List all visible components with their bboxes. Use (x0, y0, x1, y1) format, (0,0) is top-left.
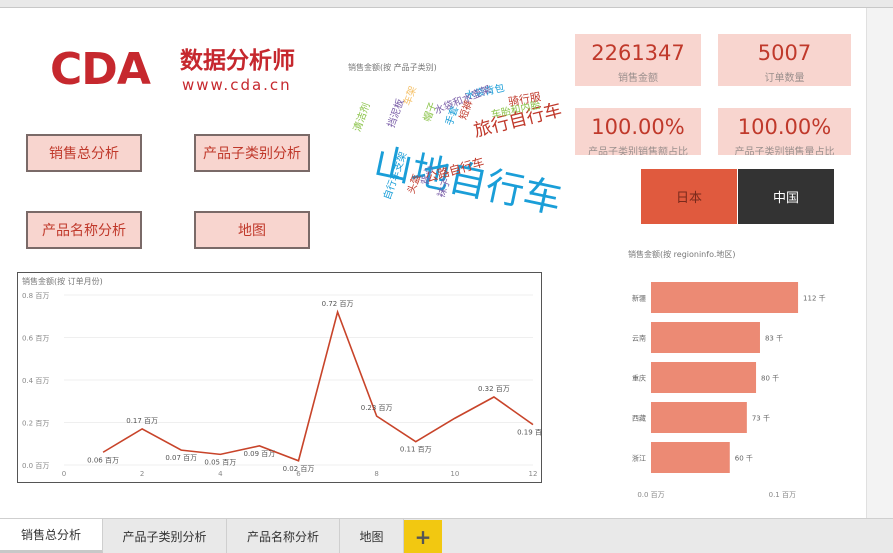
line-chart-y-tick: 0.0 百万 (22, 462, 49, 470)
line-chart-data-label: 0.05 百万 (204, 458, 236, 466)
line-chart-data-label: 0.11 百万 (400, 446, 432, 454)
bar-chart-data-label: 112 千 (803, 294, 826, 303)
line-chart-y-tick: 0.2 百万 (22, 420, 49, 428)
bar-chart-data-label: 83 千 (765, 334, 783, 343)
logo-brand: CDA (50, 44, 151, 95)
bar-chart-x-tick: 0.0 百万 (637, 491, 664, 499)
bar-chart-bar (651, 442, 730, 473)
tab-subcategory[interactable]: 产品子类别分析 (103, 519, 227, 553)
top-toolbar-strip (0, 0, 893, 8)
line-chart-data-label: 0.17 百万 (126, 417, 158, 425)
line-chart-data-label: 0.19 百万 (517, 429, 541, 437)
line-chart-x-tick: 4 (218, 470, 223, 478)
line-chart-data-label: 0.09 百万 (244, 450, 276, 458)
line-chart-x-tick: 8 (374, 470, 378, 478)
nav-button-subcategory[interactable]: 产品子类别分析 (194, 134, 310, 172)
tab-product-name[interactable]: 产品名称分析 (227, 519, 340, 553)
line-chart-y-tick: 0.4 百万 (22, 377, 49, 385)
page-tab-bar: 销售总分析 产品子类别分析 产品名称分析 地图 + (0, 518, 893, 553)
bar-chart-bar (651, 402, 747, 433)
bar-chart-bar (651, 322, 760, 353)
line-chart[interactable]: 0.0 百万0.2 百万0.4 百万0.6 百万0.8 百万0 2 4 6 8 10 120… (18, 273, 541, 482)
kpi-label: 产品子类别销售额占比 (588, 147, 688, 155)
word-cloud-word[interactable]: 清洁剂 (352, 101, 373, 133)
logo-url: www.cda.cn (182, 76, 292, 94)
logo-subtitle: 数据分析师 (180, 48, 295, 74)
bar-chart-bar (651, 362, 757, 393)
kpi-label: 产品子类别销售量占比 (734, 147, 835, 155)
line-chart-panel: 销售金额(按 订单月份) 0.0 百万 0.2 百万 0.4 百万 0.6 百万 0.8… (17, 272, 542, 483)
bar-chart-bar (651, 282, 799, 313)
line-chart-x-tick: 12 (529, 470, 538, 478)
line-chart-data-label: 0.06 百万 (87, 456, 119, 464)
nav-button-sales-overview[interactable]: 销售总分析 (26, 134, 142, 172)
line-chart-data-label: 0.32 百万 (478, 385, 510, 393)
line-chart-x-tick: 0 (62, 470, 66, 478)
bar-chart-x-tick: 0.1 百万 (769, 491, 796, 499)
slicer-option-china[interactable]: 中国 (738, 169, 834, 224)
word-cloud-word[interactable]: 车架 (402, 85, 419, 108)
bar-chart[interactable]: 新疆 112 千云南 83 千重庆 80 千西藏 73 千浙江 60 千 0.0 百万 0.1… (620, 246, 860, 501)
line-chart-x-tick: 2 (140, 470, 144, 478)
bar-chart-category-label: 重庆 (632, 374, 646, 383)
kpi-label: 销售金额 (618, 73, 658, 84)
kpi-card-subcategory-qty-share: 100.00% 产品子类别销售量占比 (718, 108, 851, 155)
tab-sales-overview[interactable]: 销售总分析 (0, 519, 103, 553)
kpi-card-sales-amount: 2261347 销售金额 (575, 34, 701, 86)
line-chart-y-tick: 0.6 百万 (22, 335, 49, 343)
line-chart-y-tick: 0.8 百万 (22, 292, 49, 300)
bar-chart-panel: 销售金额(按 regioninfo.地区) 新疆 112 千云南 83 千重庆 80 … (620, 246, 860, 501)
nav-button-map[interactable]: 地图 (194, 211, 310, 249)
kpi-card-order-count: 5007 订单数量 (718, 34, 851, 86)
line-chart-series-line (102, 309, 534, 462)
kpi-value: 2261347 (591, 41, 685, 65)
bar-chart-data-label: 80 千 (761, 374, 779, 383)
line-chart-data-label: 0.23 百万 (361, 404, 393, 412)
kpi-card-subcategory-sales-share: 100.00% 产品子类别销售额占比 (575, 108, 701, 155)
bar-chart-category-label: 云南 (632, 334, 646, 343)
word-cloud[interactable]: 销售金额(按 产品子类别) 山地自行车 旅行自行车 公路自行车 水袋背包 骑行服… (345, 60, 600, 222)
bar-chart-category-label: 西藏 (632, 414, 646, 423)
cda-logo: CDA 数据分析师 www.cda.cn (50, 44, 320, 104)
line-chart-data-label: 0.07 百万 (165, 454, 197, 462)
bar-chart-category-label: 浙江 (632, 454, 646, 463)
kpi-value: 5007 (757, 41, 812, 65)
nav-button-product-name[interactable]: 产品名称分析 (26, 211, 142, 249)
kpi-label: 订单数量 (764, 73, 805, 84)
line-chart-data-label: 0.72 百万 (322, 300, 354, 308)
right-side-pane (866, 8, 893, 518)
tab-map[interactable]: 地图 (340, 519, 404, 553)
line-chart-data-label: 0.02 百万 (283, 465, 315, 473)
bar-chart-category-label: 新疆 (632, 294, 646, 303)
slicer-option-japan[interactable]: 日本 (641, 169, 737, 224)
line-chart-x-tick: 10 (450, 470, 459, 478)
kpi-value: 100.00% (737, 115, 832, 139)
bar-chart-data-label: 73 千 (752, 414, 770, 423)
word-cloud-title: 销售金额(按 产品子类别) (348, 63, 437, 72)
bar-chart-data-label: 60 千 (735, 454, 753, 463)
add-page-button[interactable]: + (404, 520, 442, 553)
kpi-value: 100.00% (591, 115, 685, 139)
